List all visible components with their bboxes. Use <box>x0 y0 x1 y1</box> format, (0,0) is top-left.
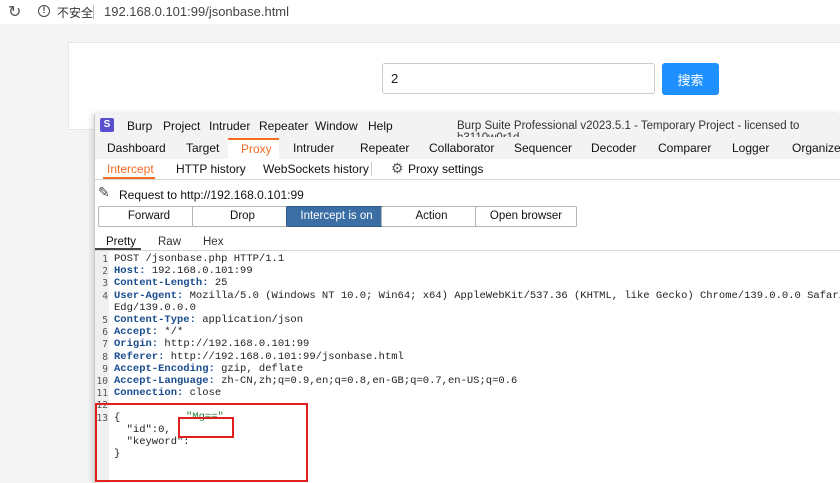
menu-repeater[interactable]: Repeater <box>259 119 308 133</box>
burp-logo-icon: S <box>100 118 114 132</box>
menu-intruder[interactable]: Intruder <box>209 119 250 133</box>
action-button[interactable]: Action <box>381 206 482 227</box>
line-number: 7 <box>102 339 108 351</box>
request-line: Origin: http://192.168.0.101:99 <box>114 338 309 350</box>
message-view-tabs: Pretty Raw Hex <box>95 232 840 251</box>
request-line: User-Agent: Mozilla/5.0 (Windows NT 10.0… <box>114 290 840 302</box>
request-line: Accept-Encoding: gzip, deflate <box>114 363 303 375</box>
reload-icon[interactable]: ↻ <box>8 2 21 22</box>
line-text: application/json <box>195 314 304 326</box>
tab-sequencer[interactable]: Sequencer <box>514 141 572 155</box>
forward-button[interactable]: Forward <box>98 206 200 227</box>
request-line: Content-Length: 25 <box>114 277 227 289</box>
line-text: 192.168.0.101:99 <box>145 265 253 278</box>
tab-target[interactable]: Target <box>186 141 219 155</box>
line-number: 10 <box>96 376 108 387</box>
search-input[interactable] <box>382 63 655 94</box>
pencil-icon: ✎ <box>98 184 110 200</box>
header-name: User-Agent: <box>114 289 184 302</box>
active-tab-indicator <box>103 177 155 179</box>
line-number: 11 <box>96 388 108 400</box>
open-browser-button[interactable]: Open browser <box>475 206 577 227</box>
request-target-label: Request to http://192.168.0.101:99 <box>119 188 304 202</box>
line-number: 9 <box>102 363 108 375</box>
active-view-indicator <box>95 248 141 250</box>
line-text: http://192.168.0.101:99/jsonbase.html <box>164 350 404 363</box>
tab-dashboard[interactable]: Dashboard <box>107 141 166 155</box>
line-text: POST /jsonbase.php HTTP/1.1 <box>114 253 285 265</box>
line-text: zh-CN,zh;q=0.9,en;q=0.8,en-GB;q=0.7,en-U… <box>214 375 518 387</box>
drop-button[interactable]: Drop <box>192 206 293 227</box>
tab-proxy-label[interactable]: Proxy <box>241 142 272 156</box>
request-line: Accept-Language: zh-CN,zh;q=0.9,en;q=0.8… <box>114 375 517 387</box>
line-text: http://192.168.0.101:99 <box>158 338 310 351</box>
menu-burp[interactable]: Burp <box>127 119 152 133</box>
request-line: Host: 192.168.0.101:99 <box>114 265 253 277</box>
tab-raw[interactable]: Raw <box>158 236 181 248</box>
line-number: 1 <box>102 254 108 265</box>
header-name: Origin: <box>114 338 159 351</box>
header-name: Accept-Encoding: <box>114 362 215 375</box>
request-line: Edg/139.0.0.0 <box>114 302 196 314</box>
header-name: Content-Length: <box>114 277 209 290</box>
not-secure-label[interactable]: 不安全 <box>57 4 93 21</box>
main-tab-bar: Dashboard Target Intruder Repeater Colla… <box>95 137 840 160</box>
tab-logger[interactable]: Logger <box>732 141 769 155</box>
line-text: Edg/139.0.0.0 <box>114 301 196 314</box>
header-name: Accept-Language: <box>114 375 215 387</box>
keyword-value-highlight-box <box>178 417 234 438</box>
line-number: 6 <box>102 327 108 339</box>
menu-window[interactable]: Window <box>315 119 358 133</box>
menu-help[interactable]: Help <box>368 119 393 133</box>
address-divider <box>93 5 94 19</box>
menu-bar: S Burp Project Intruder Repeater Window … <box>95 114 840 144</box>
request-line: Content-Type: application/json <box>114 314 303 326</box>
request-line: Referer: http://192.168.0.101:99/jsonbas… <box>114 351 404 363</box>
line-text: 25 <box>208 277 228 290</box>
tab-repeater[interactable]: Repeater <box>360 141 409 155</box>
search-button[interactable]: 搜索 <box>662 63 719 95</box>
header-name: Accept: <box>114 326 159 339</box>
tab-separator <box>371 162 372 176</box>
tab-websockets-history[interactable]: WebSockets history <box>263 162 369 176</box>
not-secure-icon[interactable]: ! <box>38 5 50 17</box>
tab-intruder[interactable]: Intruder <box>293 141 334 155</box>
header-name: Host: <box>114 265 146 278</box>
line-text: gzip, deflate <box>214 362 304 375</box>
line-text: Mozilla/5.0 (Windows NT 10.0; Win64; x64… <box>183 289 840 302</box>
tab-collaborator[interactable]: Collaborator <box>429 141 494 155</box>
line-text: */* <box>158 326 184 339</box>
proxy-tab-bar: Intercept HTTP history WebSockets histor… <box>95 159 840 180</box>
request-line: POST /jsonbase.php HTTP/1.1 <box>114 253 284 265</box>
line-number: 8 <box>102 351 108 363</box>
line-text: close <box>183 387 222 400</box>
line-number: 4 <box>102 290 108 302</box>
burp-window: S Burp Project Intruder Repeater Window … <box>94 114 840 483</box>
line-number: 2 <box>102 266 108 278</box>
tab-pretty[interactable]: Pretty <box>106 236 136 248</box>
tab-comparer[interactable]: Comparer <box>658 141 711 155</box>
header-name: Connection: <box>114 387 184 400</box>
tab-intercept[interactable]: Intercept <box>107 162 154 176</box>
line-number: 5 <box>102 315 108 326</box>
menu-project[interactable]: Project <box>163 119 200 133</box>
request-editor[interactable]: 1 POST /jsonbase.php HTTP/1.1 2 Host: 192.1… <box>95 251 840 483</box>
tab-decoder[interactable]: Decoder <box>591 141 636 155</box>
request-line: Connection: close <box>114 387 221 399</box>
header-name: Referer: <box>114 350 165 363</box>
json-body-highlight-box <box>95 403 308 482</box>
tab-proxy-settings[interactable]: Proxy settings <box>408 162 483 176</box>
header-name: Content-Type: <box>114 314 196 326</box>
url-text[interactable]: 192.168.0.101:99/jsonbase.html <box>104 4 289 19</box>
line-number: 3 <box>102 278 108 290</box>
intercept-toggle-button[interactable]: Intercept is on <box>286 206 387 227</box>
tab-hex[interactable]: Hex <box>203 236 223 248</box>
gear-icon[interactable]: ⚙ <box>391 160 404 177</box>
tab-http-history[interactable]: HTTP history <box>176 162 246 176</box>
request-line: Accept: */* <box>114 326 183 338</box>
tab-organizer[interactable]: Organizer <box>792 141 840 155</box>
